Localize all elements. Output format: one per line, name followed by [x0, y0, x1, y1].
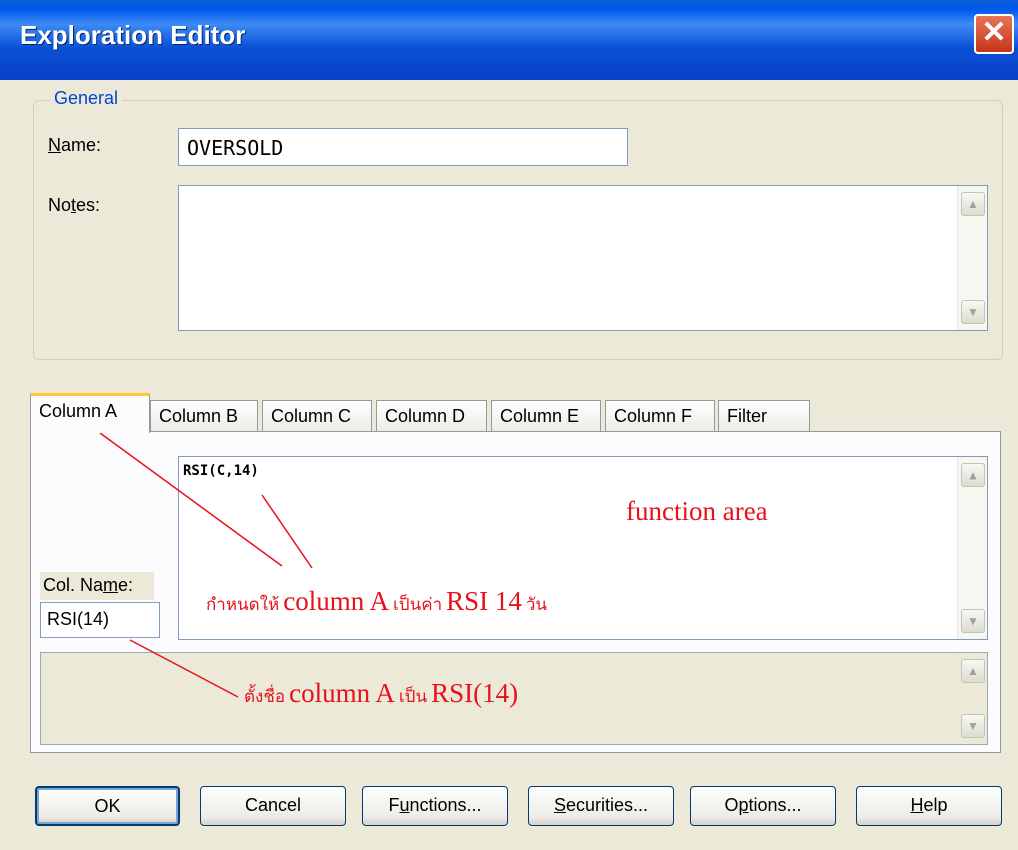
annotation-lines — [99, 432, 313, 698]
tab-column-a[interactable]: Column A — [30, 393, 150, 433]
annotation-line-colname — [129, 639, 239, 698]
annotation-line-tab — [99, 432, 283, 567]
cancel-button[interactable]: Cancel — [200, 786, 346, 826]
securities-button[interactable]: Securities... — [528, 786, 674, 826]
annotation-define-column: กำหนดให้ column A เป็นค่า RSI 14 วัน — [206, 586, 548, 616]
ok-button[interactable]: OK — [35, 786, 180, 826]
annotation-name-column: ตั้งชื่อ column A เป็น RSI(14) — [244, 678, 519, 708]
functions-button[interactable]: Functions... — [362, 786, 508, 826]
options-button[interactable]: Options... — [690, 786, 836, 826]
annotation-function-area: function area — [626, 496, 768, 526]
help-button[interactable]: Help — [856, 786, 1002, 826]
